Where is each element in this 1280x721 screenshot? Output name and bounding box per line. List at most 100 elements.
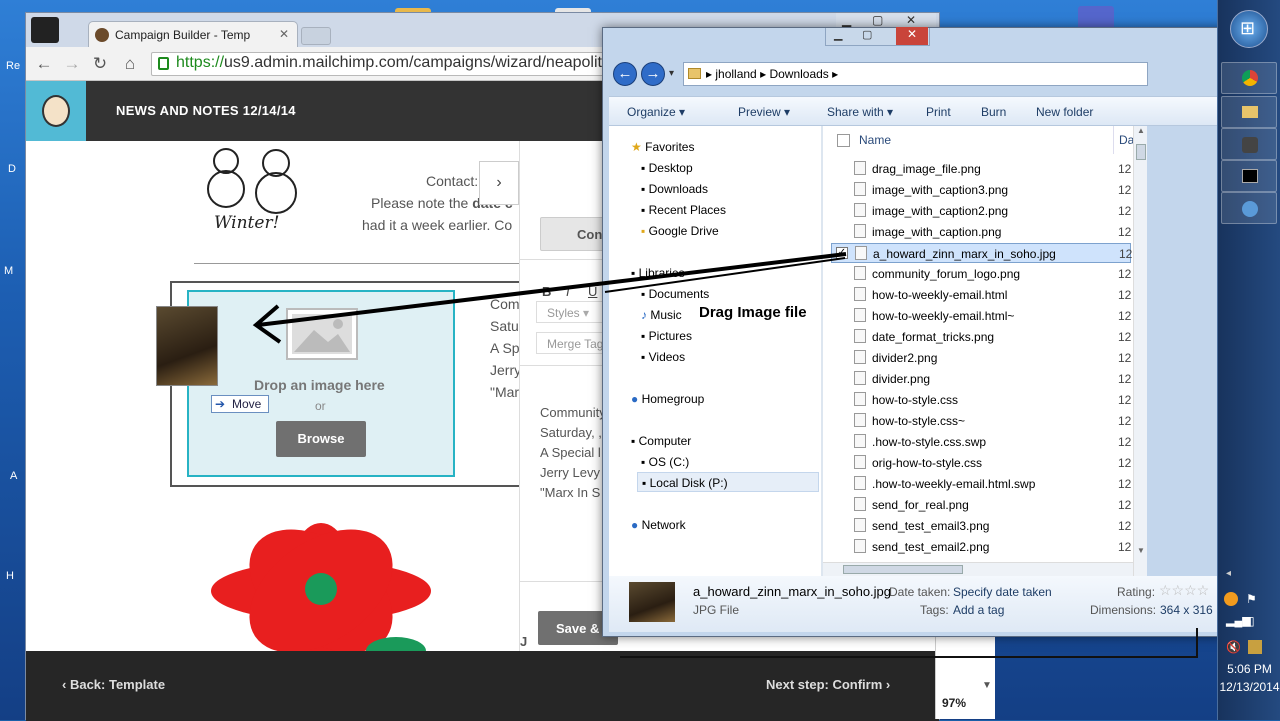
libraries-header[interactable]: ▪ Libraries [631, 266, 685, 280]
close-tab-icon[interactable]: ✕ [279, 27, 289, 41]
volume-muted-icon[interactable]: 🔇 [1226, 640, 1241, 654]
print-button[interactable]: Print [926, 105, 951, 119]
file-row[interactable]: how-to-style.css 12 [831, 390, 1131, 410]
file-checkbox[interactable] [835, 225, 847, 237]
maximize-icon[interactable]: ▢ [872, 13, 883, 27]
network-signal-icon[interactable]: ▂▄▆ [1226, 614, 1251, 627]
favorites-header[interactable]: ★ Favorites [631, 140, 694, 154]
file-row[interactable]: divider.png 12 [831, 369, 1131, 389]
minimize-icon[interactable]: ▁ [834, 28, 842, 41]
nav-item-local-disk-p[interactable]: ▪ Local Disk (P:) [637, 472, 819, 492]
file-checkbox[interactable] [835, 435, 847, 447]
back-template-link[interactable]: ‹ Back: Template [62, 677, 165, 692]
file-row[interactable]: .how-to-style.css.swp 12 [831, 432, 1131, 452]
nav-item-computer[interactable]: ▪ Computer [631, 434, 691, 448]
taskbar-explorer[interactable] [1221, 96, 1277, 128]
close-icon[interactable]: ✕ [896, 27, 928, 45]
nav-item-desktop[interactable]: ▪ Desktop [641, 161, 693, 175]
browse-button[interactable]: Browse [276, 421, 366, 457]
home-icon[interactable]: ⌂ [120, 54, 140, 74]
tray-expand-icon[interactable]: ◂ [1226, 568, 1231, 579]
file-row[interactable]: .how-to-weekly-email.html.swp 12 [831, 474, 1131, 494]
file-row[interactable]: drag_image_file.png 12 [831, 159, 1131, 179]
start-button[interactable]: ⊞ [1230, 10, 1268, 48]
dragged-image-thumbnail[interactable] [156, 306, 218, 386]
breadcrumb-item[interactable]: Downloads [769, 67, 828, 81]
tray-app-icon[interactable] [1248, 640, 1262, 654]
next-confirm-link[interactable]: Next step: Confirm › [766, 677, 890, 692]
file-row[interactable]: how-to-weekly-email.html~ 12 [831, 306, 1131, 326]
file-checkbox[interactable] [835, 162, 847, 174]
tray-app-icon[interactable] [1224, 592, 1238, 606]
forward-arrow-icon[interactable]: → [62, 54, 82, 74]
file-checkbox[interactable] [835, 414, 847, 426]
file-row[interactable]: divider2.png 12 [831, 348, 1131, 368]
file-checkbox[interactable] [835, 456, 847, 468]
file-checkbox[interactable] [835, 183, 847, 195]
scroll-down-icon[interactable]: ▼ [1134, 546, 1148, 555]
select-all-checkbox[interactable] [837, 134, 850, 147]
mailchimp-logo[interactable] [26, 81, 86, 141]
organize-menu[interactable]: Organize ▾ [627, 105, 685, 119]
nav-item-downloads[interactable]: ▪ Downloads [641, 182, 708, 196]
file-checkbox[interactable] [835, 330, 847, 342]
file-checkbox[interactable] [835, 393, 847, 405]
file-checkbox[interactable] [835, 351, 847, 363]
burn-button[interactable]: Burn [981, 105, 1006, 119]
reload-icon[interactable]: ↻ [90, 54, 110, 74]
clock-time[interactable]: 5:06 PM [1218, 662, 1280, 676]
scroll-down-icon[interactable]: ▼ [982, 680, 992, 691]
file-row[interactable]: how-to-weekly-email.html 12 [831, 285, 1131, 305]
maximize-icon[interactable]: ▢ [862, 28, 872, 41]
browser-tab[interactable]: Campaign Builder - Temp ✕ [88, 21, 298, 47]
column-header-name[interactable]: Name [859, 133, 891, 147]
nav-item-os-c[interactable]: ▪ OS (C:) [641, 455, 689, 469]
minimize-icon[interactable]: ▁ [842, 13, 851, 27]
flag-icon[interactable]: ⚑ [1246, 592, 1257, 606]
bold-button[interactable]: B [542, 284, 551, 299]
file-checkbox[interactable] [835, 498, 847, 510]
vertical-scrollbar[interactable]: ▲ ▼ [1133, 126, 1147, 576]
nav-item-videos[interactable]: ▪ Videos [641, 350, 685, 364]
taskbar-terminal[interactable] [1221, 160, 1277, 192]
preview-menu[interactable]: Preview ▾ [738, 105, 790, 119]
taskbar-app[interactable] [1221, 128, 1277, 160]
content-tab-button[interactable]: Con [540, 217, 610, 251]
new-tab-button[interactable] [301, 27, 331, 45]
scroll-thumb[interactable] [1136, 144, 1146, 160]
date-taken-value[interactable]: Specify date taken [953, 585, 1052, 599]
share-with-menu[interactable]: Share with ▾ [827, 105, 893, 119]
file-checkbox[interactable]: ✓ [836, 247, 848, 259]
column-header-date[interactable]: Da [1119, 133, 1133, 147]
file-checkbox[interactable] [835, 540, 847, 552]
file-checkbox[interactable] [835, 372, 847, 384]
nav-item-music[interactable]: ♪ Music [641, 308, 682, 322]
taskbar-app[interactable] [1221, 192, 1277, 224]
nav-item-documents[interactable]: ▪ Documents [641, 287, 709, 301]
nav-item-network[interactable]: ● Network [631, 518, 686, 532]
file-row[interactable]: send_test_email3.png 12 [831, 516, 1131, 536]
file-checkbox[interactable] [835, 519, 847, 531]
file-checkbox[interactable] [835, 288, 847, 300]
file-row[interactable]: image_with_caption.png 12 [831, 222, 1131, 242]
tags-value[interactable]: Add a tag [953, 603, 1004, 617]
italic-button[interactable]: I [566, 284, 570, 299]
recent-pages-chevron-icon[interactable]: ▾ [669, 68, 674, 79]
file-checkbox[interactable] [835, 204, 847, 216]
nav-item-recent-places[interactable]: ▪ Recent Places [641, 203, 726, 217]
close-icon[interactable]: ✕ [906, 13, 916, 27]
file-row[interactable]: date_format_tricks.png 12 [831, 327, 1131, 347]
nav-item-homegroup[interactable]: ● Homegroup [631, 392, 704, 406]
horizontal-scrollbar[interactable] [823, 562, 1133, 576]
file-row[interactable]: image_with_caption3.png 12 [831, 180, 1131, 200]
hscroll-thumb[interactable] [843, 565, 963, 574]
back-arrow-icon[interactable]: ← [613, 62, 637, 86]
underline-button[interactable]: U [588, 284, 597, 299]
file-checkbox[interactable] [835, 267, 847, 279]
file-row[interactable]: orig-how-to-style.css 12 [831, 453, 1131, 473]
scroll-up-icon[interactable]: ▲ [1134, 126, 1148, 135]
nav-item-pictures[interactable]: ▪ Pictures [641, 329, 692, 343]
file-row[interactable]: how-to-style.css~ 12 [831, 411, 1131, 431]
file-row[interactable]: send_for_real.png 12 [831, 495, 1131, 515]
column-divider[interactable] [1113, 126, 1114, 154]
